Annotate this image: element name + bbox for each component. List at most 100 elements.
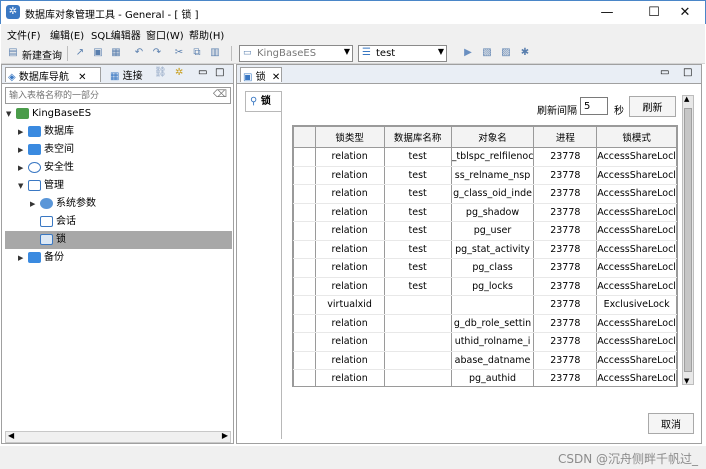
cut-icon[interactable]: ✂ (173, 47, 185, 59)
lock-type-cell: relation (314, 277, 385, 296)
close-icon[interactable]: ✕ (272, 72, 280, 83)
collapse-icon[interactable]: ▼ (6, 105, 16, 123)
tree-item-manage[interactable]: ▼ 管理 (18, 177, 64, 195)
filter-icon[interactable]: ⌫ (213, 89, 227, 100)
menu-edit[interactable]: 编辑(E) (50, 27, 84, 42)
inner-tab-lock-label: 锁 (260, 96, 271, 107)
app-icon: ✲ (6, 5, 20, 19)
table-row[interactable]: relation abase_datname 23778 AccessShareLoc… (293, 351, 677, 370)
column-header-lock-type[interactable]: 锁类型 (314, 126, 385, 148)
column-header-index[interactable] (293, 126, 316, 148)
table-row[interactable]: relation test pg_shadow 23778 AccessShareLoc… (293, 203, 677, 222)
tree-item-tablespace[interactable]: ▶ 表空间 (18, 141, 74, 159)
tree-item-backup[interactable]: ▶ 备份 (18, 249, 64, 267)
filter-field[interactable]: ⌫ (5, 87, 231, 104)
maximize-view-icon[interactable]: □ (215, 67, 224, 82)
link-icon[interactable]: ⛓ (154, 67, 167, 82)
tab-lock[interactable]: ▣ 锁 ✕ (240, 67, 282, 83)
expand-icon[interactable]: ▶ (18, 159, 28, 177)
paste-icon[interactable]: ▥ (209, 47, 221, 59)
close-icon[interactable]: ✕ (78, 72, 86, 83)
tab-connect[interactable]: ▦ 连接 (110, 67, 143, 82)
lock-type-cell: relation (314, 203, 385, 222)
table-row[interactable]: relation test pg_class 23778 AccessShareLocl (293, 258, 677, 278)
minimize-view-icon[interactable]: ▭ (660, 67, 669, 82)
scroll-left-icon[interactable]: ◀ (8, 431, 14, 440)
horizontal-scrollbar[interactable]: ◀ ▶ (5, 431, 231, 443)
debug-icon[interactable]: ✱ (519, 47, 531, 59)
copy-icon[interactable]: ⧉ (191, 47, 203, 59)
server-combo[interactable]: ▭ KingBaseES ▼ (239, 45, 353, 62)
minimize-button[interactable]: — (587, 1, 627, 24)
database-cell: test (383, 147, 452, 167)
format-icon[interactable]: ▨ (500, 47, 512, 59)
toolbar: ▤ 新建查询 ↗ ▣ ▦ ↶ ↷ ✂ ⧉ ▥ ▭ KingBaseES ▼ ☰ … (1, 43, 705, 64)
tree-item-kingbasees[interactable]: ▼ KingBaseES (6, 105, 91, 123)
database-cell (383, 369, 452, 386)
minimize-view-icon[interactable]: ▭ (198, 67, 207, 82)
table-row[interactable]: relation g_db_role_settin 23778 AccessShare… (293, 314, 677, 333)
redo-icon[interactable]: ↷ (151, 47, 163, 59)
menu-help[interactable]: 帮助(H) (189, 27, 224, 42)
title-bar: ✲ 数据库对象管理工具 - General - [ 锁 ] — ☐ ✕ (0, 0, 706, 24)
table-row[interactable]: relation test pg_locks 23778 AccessShareLocl (293, 277, 677, 296)
refresh-interval-input[interactable] (580, 97, 608, 115)
vertical-scrollbar[interactable]: ▲ ▼ (682, 95, 694, 385)
execute-icon[interactable]: ▶ (462, 47, 474, 59)
tree-item-locks[interactable]: 锁 (5, 231, 232, 249)
new-query-button[interactable]: 新建查询 (22, 47, 62, 62)
table-row[interactable]: relation pg_authid 23778 AccessShareLocl (293, 369, 677, 386)
save-icon[interactable]: ▣ (92, 47, 104, 59)
scroll-right-icon[interactable]: ▶ (222, 431, 228, 440)
open-icon[interactable]: ↗ (74, 47, 86, 59)
menu-window[interactable]: 窗口(W) (146, 27, 184, 42)
settings-icon[interactable]: ✲ (175, 67, 183, 82)
lock-mode-cell: AccessShareLocl (596, 258, 677, 278)
inner-tab-lock[interactable]: ⚲ 锁 (245, 91, 281, 112)
column-header-database[interactable]: 数据库名称 (383, 126, 452, 148)
object-cell (450, 295, 535, 315)
object-cell: pg_user (450, 221, 535, 241)
refresh-button[interactable]: 刷新 (629, 96, 676, 117)
object-cell: abase_datname (450, 351, 535, 370)
cancel-button[interactable]: 取消 (648, 413, 694, 434)
menu-file[interactable]: 文件(F) (7, 27, 41, 42)
save-all-icon[interactable]: ▦ (110, 47, 122, 59)
explain-icon[interactable]: ▧ (481, 47, 493, 59)
table-row[interactable]: virtualxid 23778 ExclusiveLock (293, 295, 677, 315)
scroll-up-icon[interactable]: ▲ (684, 95, 689, 103)
table-row[interactable]: relation test g_class_oid_inde 23778 AccessS… (293, 184, 677, 204)
database-combo[interactable]: ☰ test ▼ (358, 45, 447, 62)
close-button[interactable]: ✕ (665, 1, 705, 24)
maximize-view-icon[interactable]: □ (683, 67, 692, 82)
column-header-process[interactable]: 进程 (533, 126, 598, 148)
scroll-down-icon[interactable]: ▼ (684, 377, 689, 385)
undo-icon[interactable]: ↶ (133, 47, 145, 59)
menu-sql-editor[interactable]: SQL编辑器 (91, 27, 141, 42)
lock-type-cell: relation (314, 258, 385, 278)
tree-item-security[interactable]: ▶ 安全性 (18, 159, 74, 177)
expand-icon[interactable]: ▶ (18, 123, 28, 141)
tab-database-navigator[interactable]: ◈ 数据库导航 ✕ (5, 67, 101, 83)
column-header-lock-mode[interactable]: 锁模式 (596, 126, 677, 148)
expand-icon[interactable]: ▶ (18, 249, 28, 267)
table-filter-input[interactable] (6, 88, 206, 103)
collapse-icon[interactable]: ▼ (18, 177, 28, 195)
lock-type-cell: relation (314, 240, 385, 259)
table-row[interactable]: relation uthid_rolname_i 23778 AccessShareL… (293, 332, 677, 352)
lock-mode-cell: AccessShareLocl (596, 240, 677, 259)
table-row[interactable]: relation test pg_user 23778 AccessShareLocl (293, 221, 677, 241)
table-row[interactable]: relation test pg_stat_activity 23778 AccessS… (293, 240, 677, 259)
scrollbar-thumb[interactable] (684, 108, 692, 372)
lock-mode-cell: AccessShareLocl (596, 147, 677, 167)
tree-item-sessions[interactable]: 会话 (40, 213, 76, 231)
table-row[interactable]: relation test _tblspc_relfilenoc 23778 Acces… (293, 147, 677, 167)
row-index (293, 166, 316, 185)
table-row[interactable]: relation test ss_relname_nsp 23778 AccessSha… (293, 166, 677, 185)
expand-icon[interactable]: ▶ (18, 141, 28, 159)
column-header-object[interactable]: 对象名 (450, 126, 535, 148)
tree-item-sys-params[interactable]: ▶ 系统参数 (30, 195, 96, 213)
chevron-down-icon: ▼ (343, 47, 350, 56)
expand-icon[interactable]: ▶ (30, 195, 40, 213)
tree-item-database[interactable]: ▶ 数据库 (18, 123, 74, 141)
